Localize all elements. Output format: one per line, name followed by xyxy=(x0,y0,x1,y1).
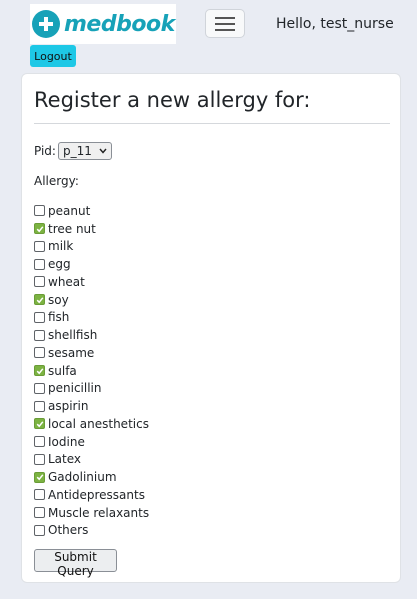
allergy-option-label: egg xyxy=(48,257,71,272)
allergy-option-others[interactable]: Others xyxy=(34,522,149,540)
user-greeting: Hello, test_nurse xyxy=(276,16,394,32)
allergy-option-iodine[interactable]: Iodine xyxy=(34,433,149,451)
allergy-option-wheat[interactable]: wheat xyxy=(34,273,149,291)
allergy-checkbox[interactable] xyxy=(34,436,45,448)
allergy-checkbox[interactable] xyxy=(34,507,45,519)
allergy-option-label: sesame xyxy=(48,345,95,360)
allergy-option-sesame[interactable]: sesame xyxy=(34,344,149,362)
allergy-option-label: Latex xyxy=(48,452,82,467)
allergy-option-penicillin[interactable]: penicillin xyxy=(34,380,149,398)
pid-select[interactable]: p_11 xyxy=(57,142,112,160)
allergy-checkbox[interactable] xyxy=(34,329,45,341)
allergy-option-milk[interactable]: milk xyxy=(34,238,149,256)
allergy-checkbox[interactable] xyxy=(34,240,45,252)
allergy-option-muscle-relaxants[interactable]: Muscle relaxants xyxy=(34,504,149,522)
pid-selected-value: p_11 xyxy=(62,144,92,158)
allergy-option-label: milk xyxy=(48,239,74,254)
navbar: medbook Hello, test_nurse Logout xyxy=(0,0,417,72)
allergy-option-latex[interactable]: Latex xyxy=(34,451,149,469)
checkmark-icon xyxy=(36,225,43,232)
allergy-option-aspirin[interactable]: aspirin xyxy=(34,397,149,415)
checkmark-icon xyxy=(36,296,43,303)
checkmark-icon xyxy=(36,367,43,374)
navbar-toggle-button[interactable] xyxy=(205,9,245,38)
allergy-checkbox[interactable] xyxy=(34,347,45,359)
allergy-checkbox[interactable] xyxy=(34,205,45,217)
allergy-option-label: Gadolinium xyxy=(48,470,117,485)
allergy-checkbox[interactable] xyxy=(34,453,45,465)
allergy-checkbox[interactable] xyxy=(34,471,45,483)
divider xyxy=(34,123,390,124)
pid-row: Pid: p_11 xyxy=(34,142,112,160)
allergy-checkbox[interactable] xyxy=(34,524,45,536)
checkmark-icon xyxy=(36,421,43,428)
allergy-option-label: shellfish xyxy=(48,328,98,343)
chevron-down-icon xyxy=(99,148,107,154)
allergy-option-label: Muscle relaxants xyxy=(48,505,150,520)
allergy-option-sulfa[interactable]: sulfa xyxy=(34,362,149,380)
brand-name: medbook xyxy=(64,11,175,37)
page-title: Register a new allergy for: xyxy=(34,88,311,112)
allergy-option-shellfish[interactable]: shellfish xyxy=(34,326,149,344)
pid-label: Pid: xyxy=(34,144,56,158)
allergy-option-antidepressants[interactable]: Antidepressants xyxy=(34,486,149,504)
allergy-option-label: penicillin xyxy=(48,381,102,396)
allergy-option-label: wheat xyxy=(48,274,85,289)
allergy-option-soy[interactable]: soy xyxy=(34,291,149,309)
allergy-option-tree-nut[interactable]: tree nut xyxy=(34,220,149,238)
allergy-checkbox[interactable] xyxy=(34,365,45,377)
allergy-option-egg[interactable]: egg xyxy=(34,255,149,273)
allergy-option-gadolinium[interactable]: Gadolinium xyxy=(34,468,149,486)
allergy-checkbox-list: peanut tree nut milk egg wheat soy fish shellfi… xyxy=(34,202,149,539)
allergy-option-peanut[interactable]: peanut xyxy=(34,202,149,220)
logout-button[interactable]: Logout xyxy=(30,45,76,67)
medical-cross-icon xyxy=(32,10,60,38)
allergy-option-label: Antidepressants xyxy=(48,487,145,502)
allergy-checkbox[interactable] xyxy=(34,418,45,430)
allergy-option-local-anesthetics[interactable]: local anesthetics xyxy=(34,415,149,433)
allergy-option-label: Others xyxy=(48,523,89,538)
brand-logo[interactable]: medbook xyxy=(30,4,176,44)
allergy-option-fish[interactable]: fish xyxy=(34,309,149,327)
allergy-option-label: local anesthetics xyxy=(48,416,149,431)
allergy-option-label: sulfa xyxy=(48,363,77,378)
submit-button[interactable]: Submit Query xyxy=(34,549,117,578)
allergy-checkbox[interactable] xyxy=(34,223,45,235)
checkmark-icon xyxy=(36,474,43,481)
hamburger-icon xyxy=(215,16,235,31)
allergy-option-label: aspirin xyxy=(48,399,89,414)
allergy-checkbox[interactable] xyxy=(34,276,45,288)
allergy-option-label: Iodine xyxy=(48,434,85,449)
allergy-option-label: tree nut xyxy=(48,221,96,236)
allergy-label: Allergy: xyxy=(34,174,79,188)
allergy-option-label: soy xyxy=(48,292,69,307)
allergy-option-label: peanut xyxy=(48,203,91,218)
allergy-checkbox[interactable] xyxy=(34,382,45,394)
allergy-checkbox[interactable] xyxy=(34,294,45,306)
allergy-checkbox[interactable] xyxy=(34,400,45,412)
allergy-form-card: Register a new allergy for: Pid: p_11 Al… xyxy=(21,73,401,583)
allergy-checkbox[interactable] xyxy=(34,489,45,501)
allergy-checkbox[interactable] xyxy=(34,258,45,270)
allergy-option-label: fish xyxy=(48,310,70,325)
allergy-checkbox[interactable] xyxy=(34,311,45,323)
